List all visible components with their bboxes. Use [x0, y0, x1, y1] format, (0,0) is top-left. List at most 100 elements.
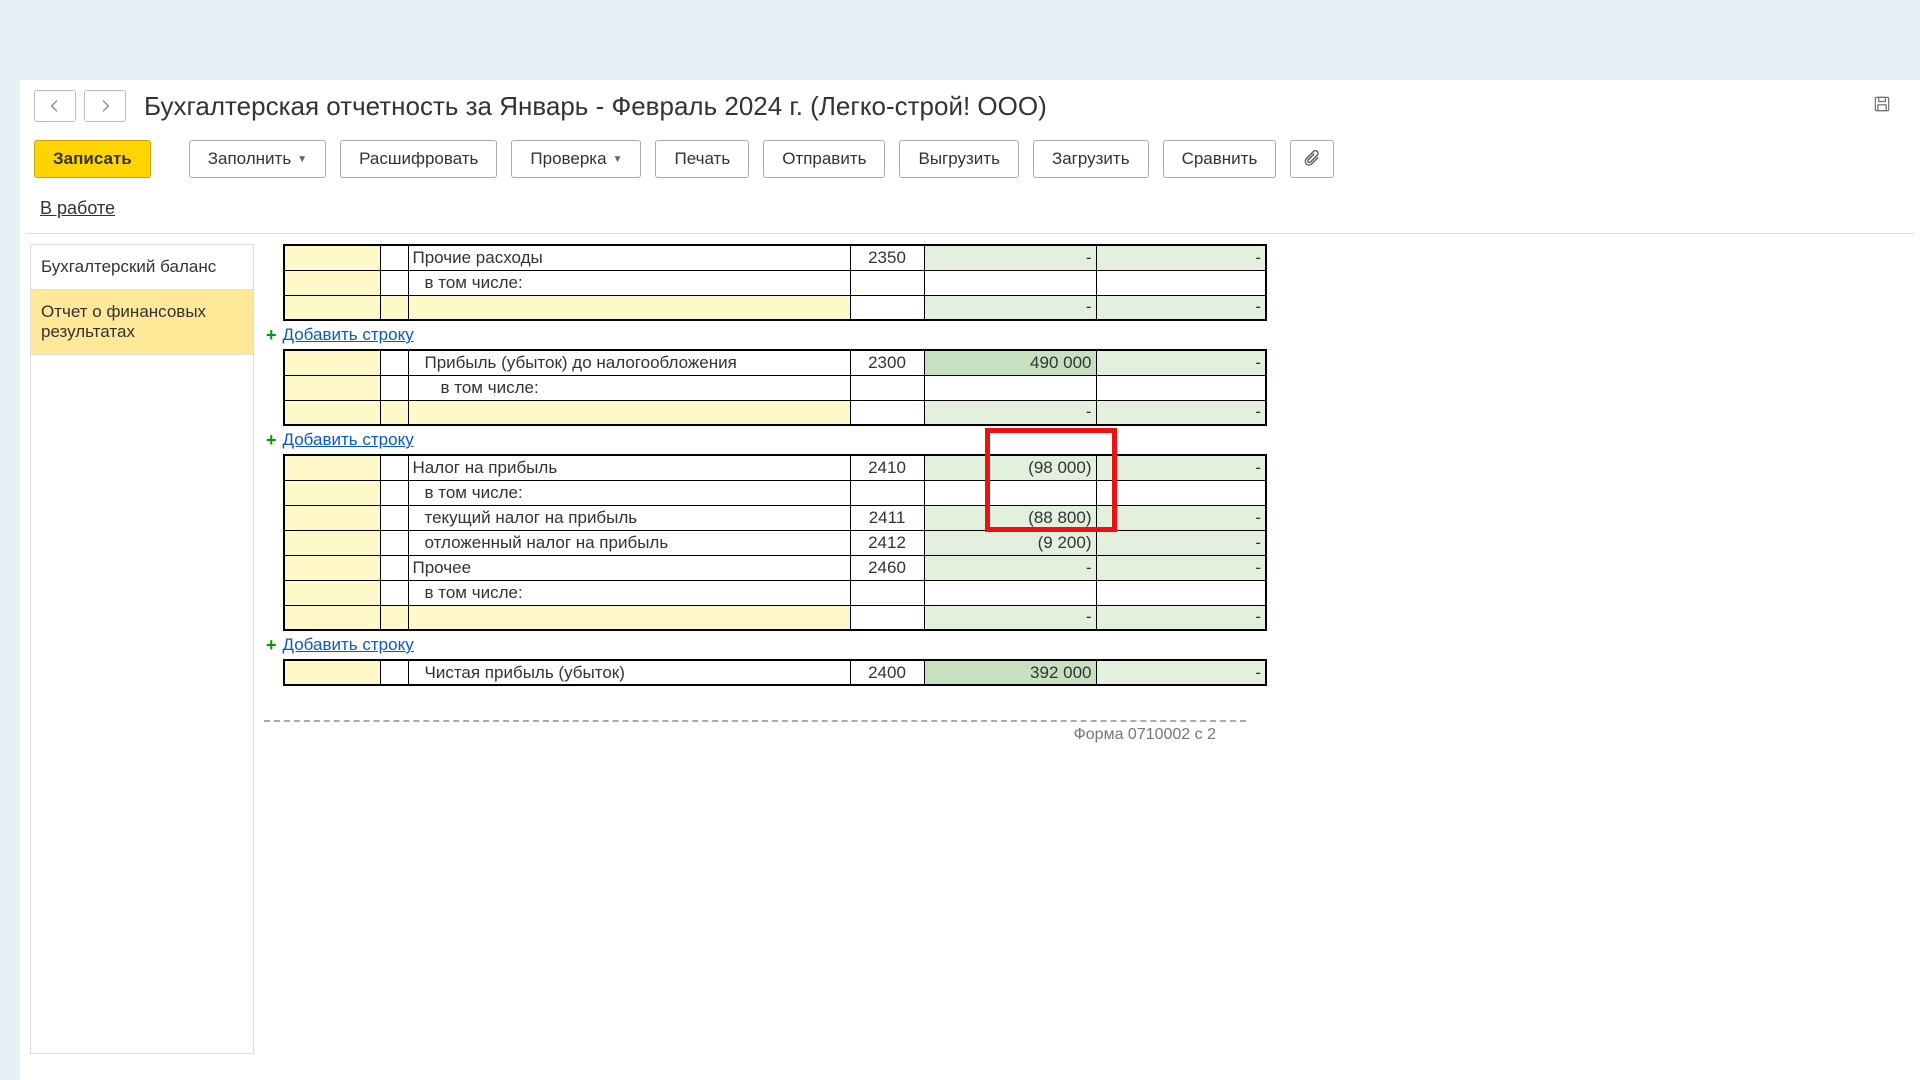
table-row: -- — [264, 295, 1266, 320]
cell-value[interactable] — [924, 480, 1096, 505]
row-label[interactable] — [408, 605, 850, 630]
table-row: текущий налог на прибыль2411(88 800)- — [264, 505, 1266, 530]
cell-value[interactable]: - — [1096, 660, 1266, 685]
row-label: Прочие расходы — [408, 245, 850, 270]
plus-icon: + — [266, 433, 277, 447]
row-label: в том числе: — [408, 580, 850, 605]
plus-icon: + — [266, 328, 277, 342]
row-label: Прибыль (убыток) до налогообложения — [408, 350, 850, 375]
row-code: 2410 — [850, 455, 924, 480]
nav-forward-button[interactable] — [84, 90, 126, 122]
table-row: Налог на прибыль2410(98 000)- — [264, 455, 1266, 480]
table-row: -- — [264, 400, 1266, 425]
row-code: 2460 — [850, 555, 924, 580]
page-title: Бухгалтерская отчетность за Январь - Фев… — [144, 91, 1047, 122]
row-code — [850, 580, 924, 605]
send-button[interactable]: Отправить — [763, 140, 885, 178]
cell-value[interactable]: (98 000) — [924, 455, 1096, 480]
cell-value[interactable] — [924, 580, 1096, 605]
cell-value[interactable]: - — [924, 400, 1096, 425]
cell-value[interactable]: - — [924, 555, 1096, 580]
fill-button[interactable]: Заполнить▼ — [189, 140, 326, 178]
check-button[interactable]: Проверка▼ — [511, 140, 641, 178]
attach-button[interactable] — [1290, 140, 1334, 178]
table-block: Прочие расходы2350--в том числе:-- — [264, 244, 1267, 321]
cell-value[interactable]: - — [1096, 400, 1266, 425]
cell-value[interactable]: 490 000 — [924, 350, 1096, 375]
cell-value[interactable]: - — [924, 605, 1096, 630]
cell-value[interactable]: - — [1096, 530, 1266, 555]
cell-value[interactable]: - — [1096, 605, 1266, 630]
sidebar-item-balance[interactable]: Бухгалтерский баланс — [31, 245, 253, 290]
cell-value[interactable]: (9 200) — [924, 530, 1096, 555]
table-row: в том числе: — [264, 375, 1266, 400]
cell-value[interactable] — [1096, 480, 1266, 505]
cell-value[interactable]: - — [1096, 245, 1266, 270]
cell-value[interactable]: - — [1096, 350, 1266, 375]
sidebar: Бухгалтерский баланс Отчет о финансовых … — [30, 244, 254, 1054]
cell-value[interactable]: 392 000 — [924, 660, 1096, 685]
add-row-link[interactable]: +Добавить строку — [264, 631, 1920, 659]
row-code: 2400 — [850, 660, 924, 685]
row-label: текущий налог на прибыль — [408, 505, 850, 530]
row-code — [850, 375, 924, 400]
row-label: Прочее — [408, 555, 850, 580]
save-button[interactable]: Записать — [34, 140, 151, 178]
row-label[interactable] — [408, 295, 850, 320]
decode-button[interactable]: Расшифровать — [340, 140, 497, 178]
nav-back-button[interactable] — [34, 90, 76, 122]
row-label[interactable] — [408, 400, 850, 425]
cell-value[interactable]: - — [924, 245, 1096, 270]
compare-button[interactable]: Сравнить — [1163, 140, 1277, 178]
table-row: в том числе: — [264, 270, 1266, 295]
chevron-down-icon: ▼ — [613, 154, 623, 165]
cell-value[interactable]: - — [1096, 295, 1266, 320]
table-row: в том числе: — [264, 480, 1266, 505]
cell-value[interactable]: - — [1096, 555, 1266, 580]
table-block: Прибыль (убыток) до налогообложения23004… — [264, 349, 1267, 426]
row-label: Чистая прибыль (убыток) — [408, 660, 850, 685]
table-row: отложенный налог на прибыль2412(9 200)- — [264, 530, 1266, 555]
cell-value[interactable] — [924, 270, 1096, 295]
table-row: Прибыль (убыток) до налогообложения23004… — [264, 350, 1266, 375]
print-button[interactable]: Печать — [655, 140, 749, 178]
row-label: Налог на прибыль — [408, 455, 850, 480]
export-button[interactable]: Выгрузить — [899, 140, 1018, 178]
table-block: Налог на прибыль2410(98 000)-в том числе… — [264, 454, 1267, 631]
footer-form-id: Форма 0710002 с 2 — [264, 722, 1246, 744]
report-grid: Прочие расходы2350--в том числе:--+Добав… — [264, 234, 1920, 1064]
table-row: Прочие расходы2350-- — [264, 245, 1266, 270]
table-block: Чистая прибыль (убыток)2400392 000- — [264, 659, 1267, 686]
add-row-link[interactable]: +Добавить строку — [264, 426, 1920, 454]
import-button[interactable]: Загрузить — [1033, 140, 1149, 178]
row-code: 2300 — [850, 350, 924, 375]
cell-value[interactable]: - — [1096, 505, 1266, 530]
plus-icon: + — [266, 638, 277, 652]
cell-value[interactable] — [924, 375, 1096, 400]
cell-value[interactable]: - — [924, 295, 1096, 320]
title-bar: Бухгалтерская отчетность за Январь - Фев… — [20, 80, 1920, 130]
table-row: Чистая прибыль (убыток)2400392 000- — [264, 660, 1266, 685]
row-code — [850, 270, 924, 295]
chevron-down-icon: ▼ — [297, 154, 307, 165]
row-label: отложенный налог на прибыль — [408, 530, 850, 555]
status-bar: В работе — [26, 192, 1914, 234]
add-row-link[interactable]: +Добавить строку — [264, 321, 1920, 349]
cell-value[interactable] — [1096, 270, 1266, 295]
save-icon[interactable] — [1872, 94, 1892, 119]
row-label: в том числе: — [408, 480, 850, 505]
row-code: 2411 — [850, 505, 924, 530]
table-row: в том числе: — [264, 580, 1266, 605]
row-code: 2350 — [850, 245, 924, 270]
cell-value[interactable] — [1096, 375, 1266, 400]
cell-value[interactable]: (88 800) — [924, 505, 1096, 530]
sidebar-item-finresults[interactable]: Отчет о финансовых результатах — [31, 290, 253, 355]
cell-value[interactable] — [1096, 580, 1266, 605]
cell-value[interactable]: - — [1096, 455, 1266, 480]
status-link[interactable]: В работе — [40, 198, 115, 218]
table-row: -- — [264, 605, 1266, 630]
toolbar: Записать Заполнить▼ Расшифровать Проверк… — [20, 130, 1920, 192]
row-code: 2412 — [850, 530, 924, 555]
table-row: Прочее2460-- — [264, 555, 1266, 580]
row-label: в том числе: — [408, 375, 850, 400]
